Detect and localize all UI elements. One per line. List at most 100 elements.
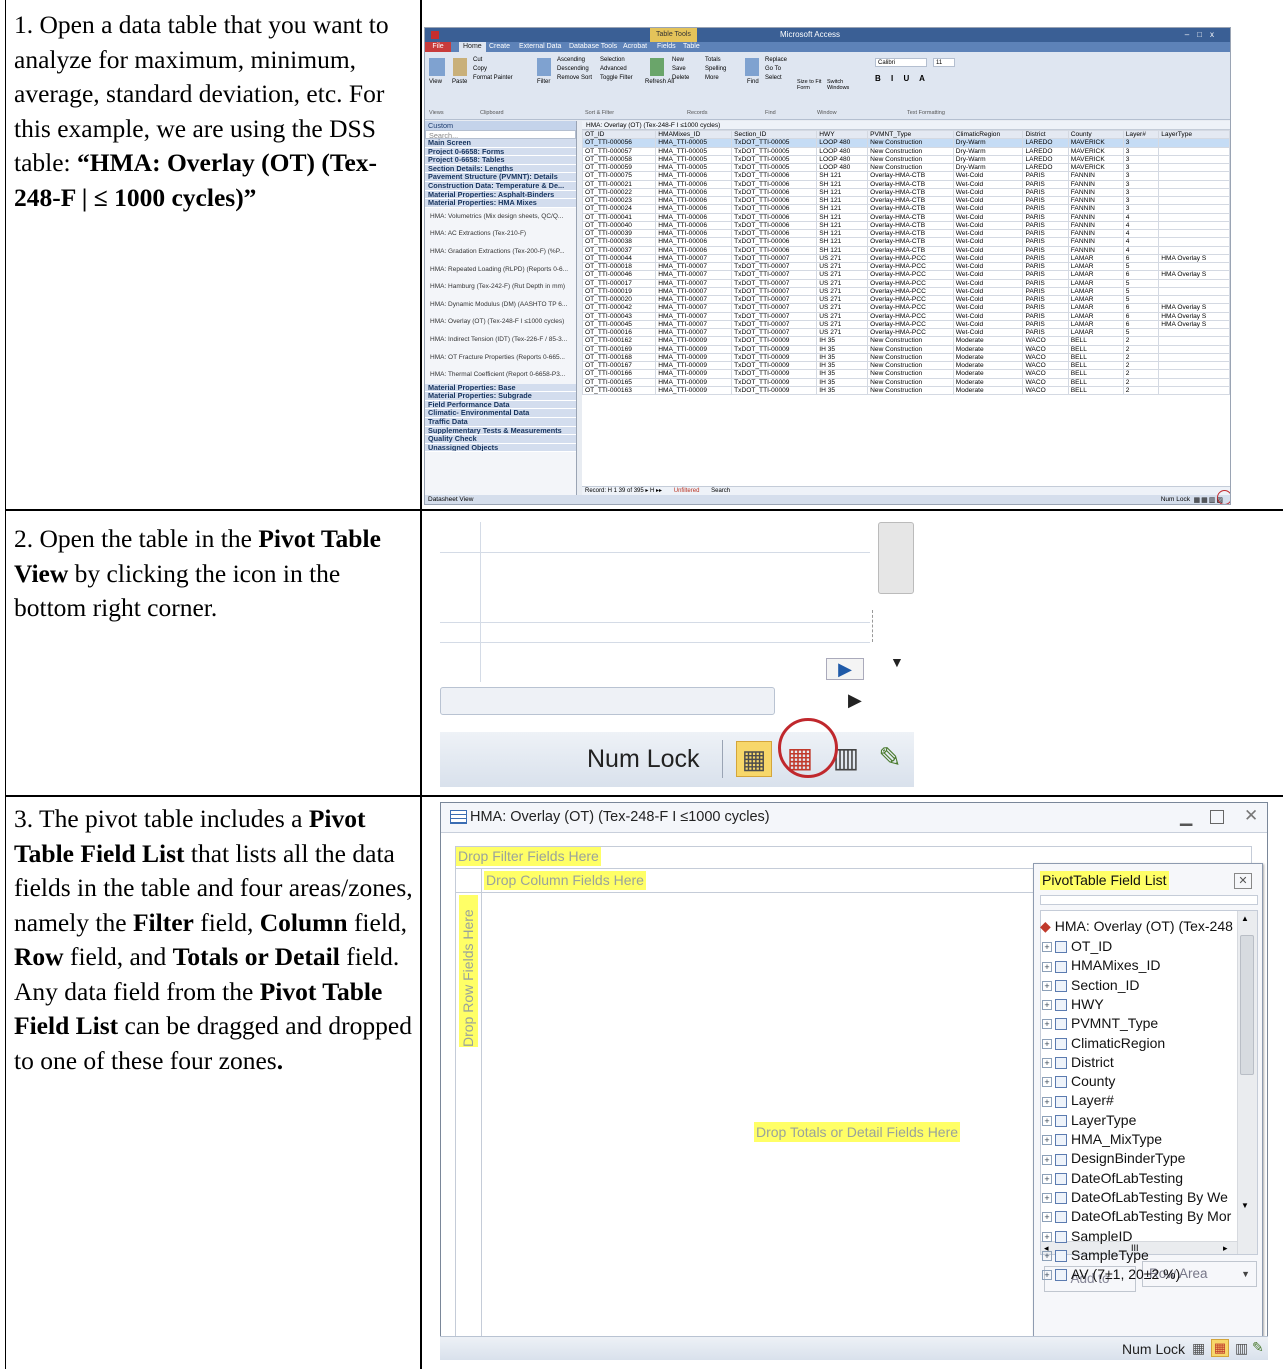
table-cell[interactable]: HMA_TTI-00005 — [655, 146, 733, 156]
table-cell[interactable]: IH 35 — [816, 336, 869, 346]
table-cell[interactable]: 3 — [1122, 171, 1160, 181]
scroll-thumb[interactable] — [1240, 935, 1254, 1075]
table-cell[interactable]: HMA_TTI-00009 — [655, 385, 733, 396]
table-cell[interactable]: TxDOT_TTI-00009 — [731, 377, 818, 387]
table-cell[interactable]: OT_TTI-000018 — [581, 261, 657, 272]
table-cell[interactable]: Overlay-HMA-PCC — [867, 253, 954, 264]
nav-group[interactable]: Section Details: Lengths — [425, 164, 576, 174]
table-cell[interactable]: BELL — [1067, 385, 1124, 396]
table-cell[interactable]: Wet-Cold — [952, 245, 1024, 255]
table-cell[interactable]: BELL — [1067, 344, 1124, 354]
column-header[interactable]: County — [1067, 129, 1124, 140]
drop-column-zone[interactable]: Drop Column Fields Here — [484, 871, 646, 890]
table-cell[interactable] — [1158, 171, 1230, 181]
table-row[interactable]: OT_TTI-000018 HMA_TTI-00007 TxDOT_TTI-0000… — [581, 261, 1230, 272]
table-cell[interactable]: SH 121 — [816, 228, 869, 239]
table-row[interactable]: OT_TTI-000166 HMA_TTI-00009 TxDOT_TTI-0000… — [581, 369, 1230, 379]
ribbon-delete[interactable]: Delete — [672, 74, 689, 83]
view-icon[interactable] — [429, 58, 445, 76]
field-item[interactable]: + DateOfLabTesting By We — [1042, 1188, 1228, 1208]
table-cell[interactable]: HMA_TTI-00007 — [655, 294, 733, 305]
nav-group[interactable]: Construction Data: Temperature & De... — [425, 181, 576, 191]
table-cell[interactable]: Overlay-HMA-PCC — [867, 261, 954, 272]
table-cell[interactable]: PARIS — [1022, 204, 1069, 214]
ribbon-copy[interactable]: Copy — [473, 65, 513, 74]
ribbon-more[interactable]: More — [705, 74, 726, 83]
expand-icon[interactable]: + — [1042, 1038, 1052, 1049]
table-cell[interactable]: Wet-Cold — [952, 187, 1024, 198]
table-cell[interactable]: 5 — [1122, 261, 1160, 272]
expand-icon[interactable]: + — [1042, 1077, 1052, 1088]
table-cell[interactable]: OT_TTI-000168 — [581, 352, 657, 363]
format-buttons[interactable]: B I U A — [875, 74, 929, 83]
nav-group[interactable]: Main Screen — [425, 139, 576, 148]
record-next-button[interactable]: ▶ — [826, 658, 864, 680]
table-cell[interactable]: LAMAR — [1067, 270, 1124, 280]
table-cell[interactable]: WACO — [1022, 377, 1069, 387]
table-cell[interactable]: TxDOT_TTI-00007 — [731, 261, 818, 272]
table-cell[interactable]: US 271 — [816, 294, 869, 305]
table-cell[interactable]: HMA_TTI-00006 — [655, 179, 733, 189]
table-cell[interactable]: WACO — [1022, 385, 1069, 396]
ribbon-select[interactable]: Select — [765, 74, 787, 83]
table-cell[interactable]: OT_TTI-000162 — [581, 336, 657, 346]
table-cell[interactable]: US 271 — [816, 319, 869, 330]
table-cell[interactable]: 5 — [1122, 294, 1160, 305]
table-cell[interactable]: LAREDO — [1022, 162, 1069, 173]
table-row[interactable]: OT_TTI-000162 HMA_TTI-00009 TxDOT_TTI-0000… — [581, 336, 1230, 346]
column-header[interactable]: PVMNT_Type — [867, 129, 954, 140]
table-cell[interactable]: TxDOT_TTI-00009 — [731, 336, 818, 346]
table-cell[interactable]: OT_TTI-000037 — [581, 245, 657, 255]
table-cell[interactable]: IH 35 — [816, 352, 869, 363]
column-header[interactable]: LayerType — [1158, 129, 1230, 140]
expand-icon[interactable]: + — [1042, 980, 1052, 991]
table-row[interactable]: OT_TTI-000038 HMA_TTI-00006 TxDOT_TTI-0000… — [581, 237, 1230, 247]
table-row[interactable]: OT_TTI-000043 HMA_TTI-00007 TxDOT_TTI-0000… — [581, 311, 1230, 321]
table-cell[interactable] — [1158, 187, 1230, 198]
table-cell[interactable]: Dry-Warm — [952, 162, 1024, 173]
table-cell[interactable]: OT_TTI-000057 — [581, 146, 657, 156]
table-cell[interactable]: TxDOT_TTI-00005 — [731, 162, 818, 173]
table-cell[interactable]: Wet-Cold — [952, 327, 1024, 338]
table-row[interactable]: OT_TTI-000041 HMA_TTI-00006 TxDOT_TTI-0000… — [581, 212, 1230, 222]
table-cell[interactable]: Moderate — [952, 336, 1024, 346]
table-cell[interactable]: US 271 — [816, 286, 869, 297]
table-cell[interactable]: FANNIN — [1067, 237, 1124, 247]
table-cell[interactable]: TxDOT_TTI-00009 — [731, 369, 818, 379]
field-item[interactable]: + HMAMixes_ID — [1042, 956, 1160, 976]
table-cell[interactable]: TxDOT_TTI-00006 — [731, 228, 818, 239]
table-cell[interactable]: TxDOT_TTI-00005 — [731, 146, 818, 156]
datasheet-view-icon[interactable]: ▦ — [736, 741, 772, 777]
table-cell[interactable]: FANNIN — [1067, 220, 1124, 231]
table-cell[interactable]: LOOP 480 — [816, 138, 869, 148]
table-cell[interactable]: US 271 — [816, 253, 869, 264]
table-cell[interactable]: 6 — [1122, 253, 1160, 264]
table-cell[interactable]: OT_TTI-000017 — [581, 278, 657, 288]
expand-icon[interactable]: + — [1042, 1212, 1052, 1223]
expand-icon[interactable]: + — [1042, 1193, 1052, 1204]
table-cell[interactable]: TxDOT_TTI-00006 — [731, 220, 818, 231]
field-list-close-icon[interactable]: ✕ — [1234, 873, 1252, 889]
table-row[interactable]: OT_TTI-000059 HMA_TTI-00005 TxDOT_TTI-0000… — [581, 162, 1230, 173]
table-cell[interactable]: 4 — [1122, 212, 1160, 222]
table-cell[interactable]: Wet-Cold — [952, 171, 1024, 181]
ribbon-find[interactable]: Find — [747, 79, 759, 85]
table-cell[interactable]: Overlay-HMA-CTB — [867, 171, 954, 181]
table-cell[interactable]: Wet-Cold — [952, 270, 1024, 280]
table-cell[interactable]: PARIS — [1022, 237, 1069, 247]
nav-group[interactable]: Unassigned Objects — [425, 443, 576, 453]
table-cell[interactable]: HMA_TTI-00007 — [655, 327, 733, 338]
table-cell[interactable]: TxDOT_TTI-00006 — [731, 187, 818, 198]
table-cell[interactable]: 2 — [1122, 344, 1160, 354]
table-cell[interactable] — [1158, 369, 1230, 379]
table-cell[interactable]: LAMAR — [1067, 303, 1124, 313]
table-cell[interactable]: New Construction — [867, 154, 954, 165]
table-cell[interactable]: Overlay-HMA-CTB — [867, 179, 954, 189]
table-cell[interactable]: Moderate — [952, 360, 1024, 371]
table-cell[interactable]: FANNIN — [1067, 245, 1124, 255]
table-cell[interactable]: Wet-Cold — [952, 261, 1024, 272]
table-cell[interactable]: Overlay-HMA-CTB — [867, 195, 954, 206]
minimize-icon[interactable]: ▁ — [1180, 807, 1192, 827]
table-cell[interactable]: HMA_TTI-00006 — [655, 245, 733, 255]
table-cell[interactable] — [1158, 245, 1230, 255]
